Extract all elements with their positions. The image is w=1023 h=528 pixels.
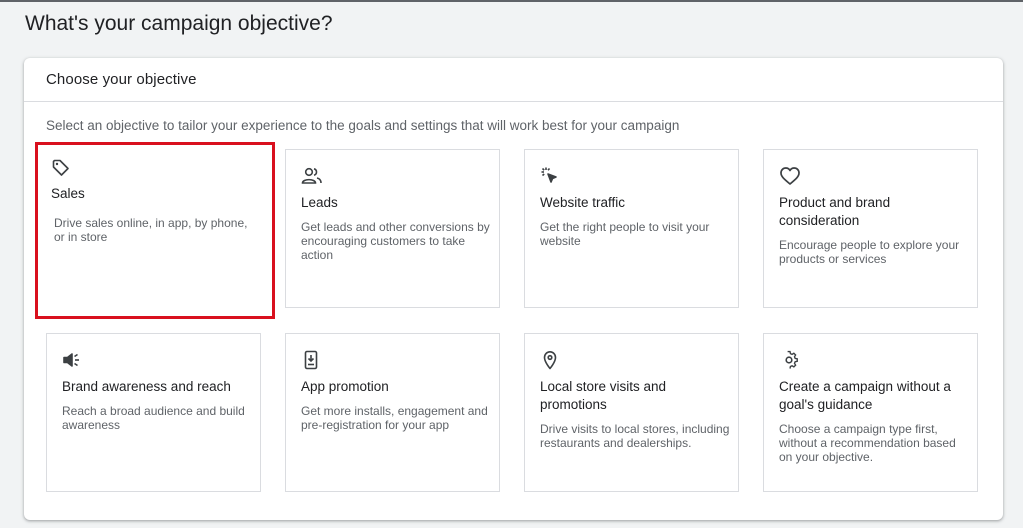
card-title: Sales: [51, 186, 85, 201]
card-description: Drive visits to local stores, including …: [540, 422, 730, 450]
card-title: Product and brand consideration: [779, 195, 891, 228]
gear-icon: [779, 350, 799, 370]
card-title: App promotion: [301, 379, 389, 394]
heart-icon: [779, 166, 800, 186]
tag-icon: [51, 158, 71, 178]
card-title: Website traffic: [540, 195, 626, 210]
card-title: Local store visits and promotions: [540, 379, 667, 412]
page-title: What's your campaign objective?: [25, 12, 333, 35]
location-pin-icon: [540, 350, 560, 370]
speaker-icon: [62, 350, 82, 370]
card-description: Get leads and other conversions by encou…: [301, 220, 490, 262]
objective-card-local-store-visits[interactable]: Local store visits and promotions Drive …: [524, 333, 739, 492]
objective-card-website-traffic[interactable]: Website traffic Get the right people to …: [524, 149, 739, 308]
objective-card-sales[interactable]: Sales Drive sales online, in app, by pho…: [35, 142, 275, 319]
card-title: Create a campaign without a goal's guida…: [779, 379, 951, 412]
top-border: [0, 0, 1023, 2]
card-description: Drive sales online, in app, by phone, or…: [54, 216, 248, 244]
objective-card-product-brand-consideration[interactable]: Product and brand consideration Encourag…: [763, 149, 978, 308]
objective-card-leads[interactable]: Leads Get leads and other conversions by…: [285, 149, 500, 308]
objective-card-brand-awareness[interactable]: Brand awareness and reach Reach a broad …: [46, 333, 261, 492]
card-description: Reach a broad audience and build awarene…: [62, 404, 245, 432]
objective-card-app-promotion[interactable]: App promotion Get more installs, engagem…: [285, 333, 500, 492]
card-description: Get the right people to visit your websi…: [540, 220, 710, 248]
cursor-click-icon: [540, 166, 560, 186]
card-title: Brand awareness and reach: [62, 379, 231, 394]
card-title: Leads: [301, 195, 338, 210]
people-icon: [301, 166, 322, 186]
card-description: Choose a campaign type first, without a …: [779, 422, 956, 464]
objective-card-no-goal-guidance[interactable]: Create a campaign without a goal's guida…: [763, 333, 978, 492]
card-description: Encourage people to explore your product…: [779, 238, 960, 266]
card-description: Get more installs, engagement and pre-re…: [301, 404, 488, 432]
panel-description: Select an objective to tailor your exper…: [46, 118, 680, 133]
phone-download-icon: [301, 350, 321, 370]
panel-header: Choose your objective: [24, 58, 1003, 102]
